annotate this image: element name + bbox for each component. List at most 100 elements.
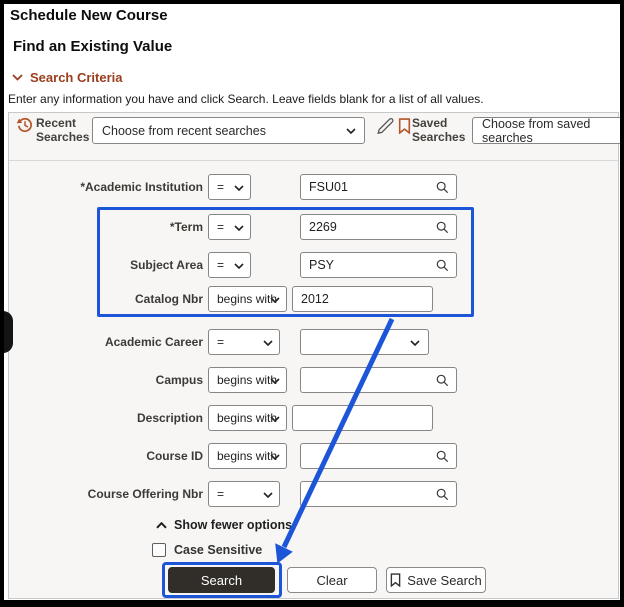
description-input[interactable] <box>293 406 432 430</box>
course-offering-nbr-input[interactable] <box>301 482 456 506</box>
operator-dropdown[interactable]: = <box>208 252 251 278</box>
recent-searches-label-line2: Searches <box>36 130 90 144</box>
field-label: *Academic Institution <box>80 180 203 194</box>
operator-dropdown[interactable]: begins with <box>208 405 287 431</box>
clear-button[interactable]: Clear <box>287 567 377 593</box>
chevron-down-icon <box>263 340 273 346</box>
value-field <box>300 214 457 240</box>
search-criteria-toggle[interactable]: Search Criteria <box>12 70 123 85</box>
bookmark-icon <box>398 118 411 134</box>
catalog-nbr-input[interactable] <box>293 287 432 311</box>
value-field <box>300 174 457 200</box>
value-field <box>292 286 433 312</box>
search-criteria-label: Search Criteria <box>30 70 123 85</box>
field-row-term: *Term = <box>0 214 624 240</box>
chevron-down-icon <box>270 378 280 384</box>
history-icon <box>16 117 32 132</box>
value-field <box>292 405 433 431</box>
field-row-campus: Campus begins with <box>0 367 624 393</box>
side-drawer-handle[interactable] <box>3 311 13 353</box>
operator-value: = <box>217 220 225 234</box>
schedule-new-course-page: Schedule New Course Find an Existing Val… <box>0 0 624 607</box>
chevron-down-icon <box>270 416 280 422</box>
operator-value: begins with <box>217 292 278 306</box>
chevron-down-icon <box>12 74 23 81</box>
lookup-icon[interactable] <box>436 181 449 194</box>
operator-dropdown[interactable]: = <box>208 481 280 507</box>
field-row-academic-career: Academic Career = <box>0 329 624 355</box>
lookup-icon[interactable] <box>436 450 449 463</box>
save-search-button[interactable]: Save Search <box>386 567 486 593</box>
operator-dropdown[interactable]: begins with <box>208 367 287 393</box>
chevron-down-icon <box>410 340 420 346</box>
operator-dropdown[interactable]: = <box>208 214 251 240</box>
operator-dropdown[interactable]: begins with <box>208 286 287 312</box>
save-search-label: Save Search <box>407 572 482 588</box>
recent-searches-dropdown-value: Choose from recent searches <box>102 123 266 138</box>
field-label: Catalog Nbr <box>134 292 203 306</box>
subject-area-input[interactable] <box>301 253 456 277</box>
field-label: Course ID <box>146 449 203 463</box>
search-button[interactable]: Search <box>168 567 275 593</box>
chevron-down-icon <box>270 297 280 303</box>
case-sensitive-label: Case Sensitive <box>174 543 263 557</box>
field-row-course-offering-nbr: Course Offering Nbr = <box>0 481 624 507</box>
operator-value: = <box>217 180 225 194</box>
operator-dropdown[interactable]: = <box>208 174 251 200</box>
lookup-icon[interactable] <box>436 221 449 234</box>
page-title: Schedule New Course <box>10 7 168 24</box>
academic-institution-input[interactable] <box>301 175 456 199</box>
operator-value: = <box>217 487 225 501</box>
saved-searches-label-line2: Searches <box>412 130 466 144</box>
chevron-down-icon <box>234 263 244 269</box>
saved-searches-dropdown[interactable]: Choose from saved searches <box>472 116 622 145</box>
saved-searches-dropdown-value: Choose from saved searches <box>482 116 591 145</box>
field-row-academic-institution: *Academic Institution = <box>0 174 624 200</box>
lookup-icon[interactable] <box>436 374 449 387</box>
operator-value: = <box>217 335 225 349</box>
value-field <box>300 443 457 469</box>
chevron-down-icon <box>234 185 244 191</box>
chevron-up-icon <box>156 521 167 528</box>
field-row-catalog-nbr: Catalog Nbr begins with <box>0 286 624 312</box>
campus-input[interactable] <box>301 368 456 392</box>
value-field <box>300 481 457 507</box>
field-label: Campus <box>155 373 203 387</box>
show-fewer-options-label: Show fewer options <box>174 518 293 532</box>
lookup-icon[interactable] <box>436 488 449 501</box>
find-existing-value-heading: Find an Existing Value <box>13 38 173 55</box>
operator-value: = <box>217 258 225 272</box>
value-field <box>300 252 457 278</box>
field-label: Course Offering Nbr <box>87 487 203 501</box>
term-input[interactable] <box>301 215 456 239</box>
field-label: Subject Area <box>130 258 203 272</box>
field-row-subject-area: Subject Area = <box>0 252 624 278</box>
chevron-down-icon <box>270 454 280 460</box>
chevron-down-icon <box>263 492 273 498</box>
chevron-down-icon <box>234 225 244 231</box>
panel-divider <box>9 160 618 161</box>
field-label: Description <box>136 411 203 425</box>
lookup-icon[interactable] <box>436 259 449 272</box>
saved-searches-label-line1: Saved <box>412 116 448 130</box>
show-fewer-options-toggle[interactable]: Show fewer options <box>156 518 292 532</box>
chevron-down-icon <box>346 128 356 134</box>
case-sensitive-row: Case Sensitive <box>152 543 262 557</box>
recent-searches-dropdown[interactable]: Choose from recent searches <box>92 117 365 144</box>
operator-dropdown[interactable]: begins with <box>208 443 287 469</box>
value-field <box>300 367 457 393</box>
operator-dropdown[interactable]: = <box>208 329 280 355</box>
course-id-input[interactable] <box>301 444 456 468</box>
operator-value: begins with <box>217 449 278 463</box>
academic-career-select[interactable] <box>300 329 429 355</box>
field-row-course-id: Course ID begins with <box>0 443 624 469</box>
instructions-text: Enter any information you have and click… <box>8 92 484 106</box>
case-sensitive-checkbox[interactable] <box>152 543 166 557</box>
field-label: *Term <box>169 220 203 234</box>
bookmark-icon <box>390 573 401 587</box>
operator-value: begins with <box>217 411 278 425</box>
pencil-icon[interactable] <box>375 116 395 136</box>
recent-searches-label-line1: Recent <box>36 116 77 130</box>
field-label: Academic Career <box>104 335 203 349</box>
operator-value: begins with <box>217 373 278 387</box>
